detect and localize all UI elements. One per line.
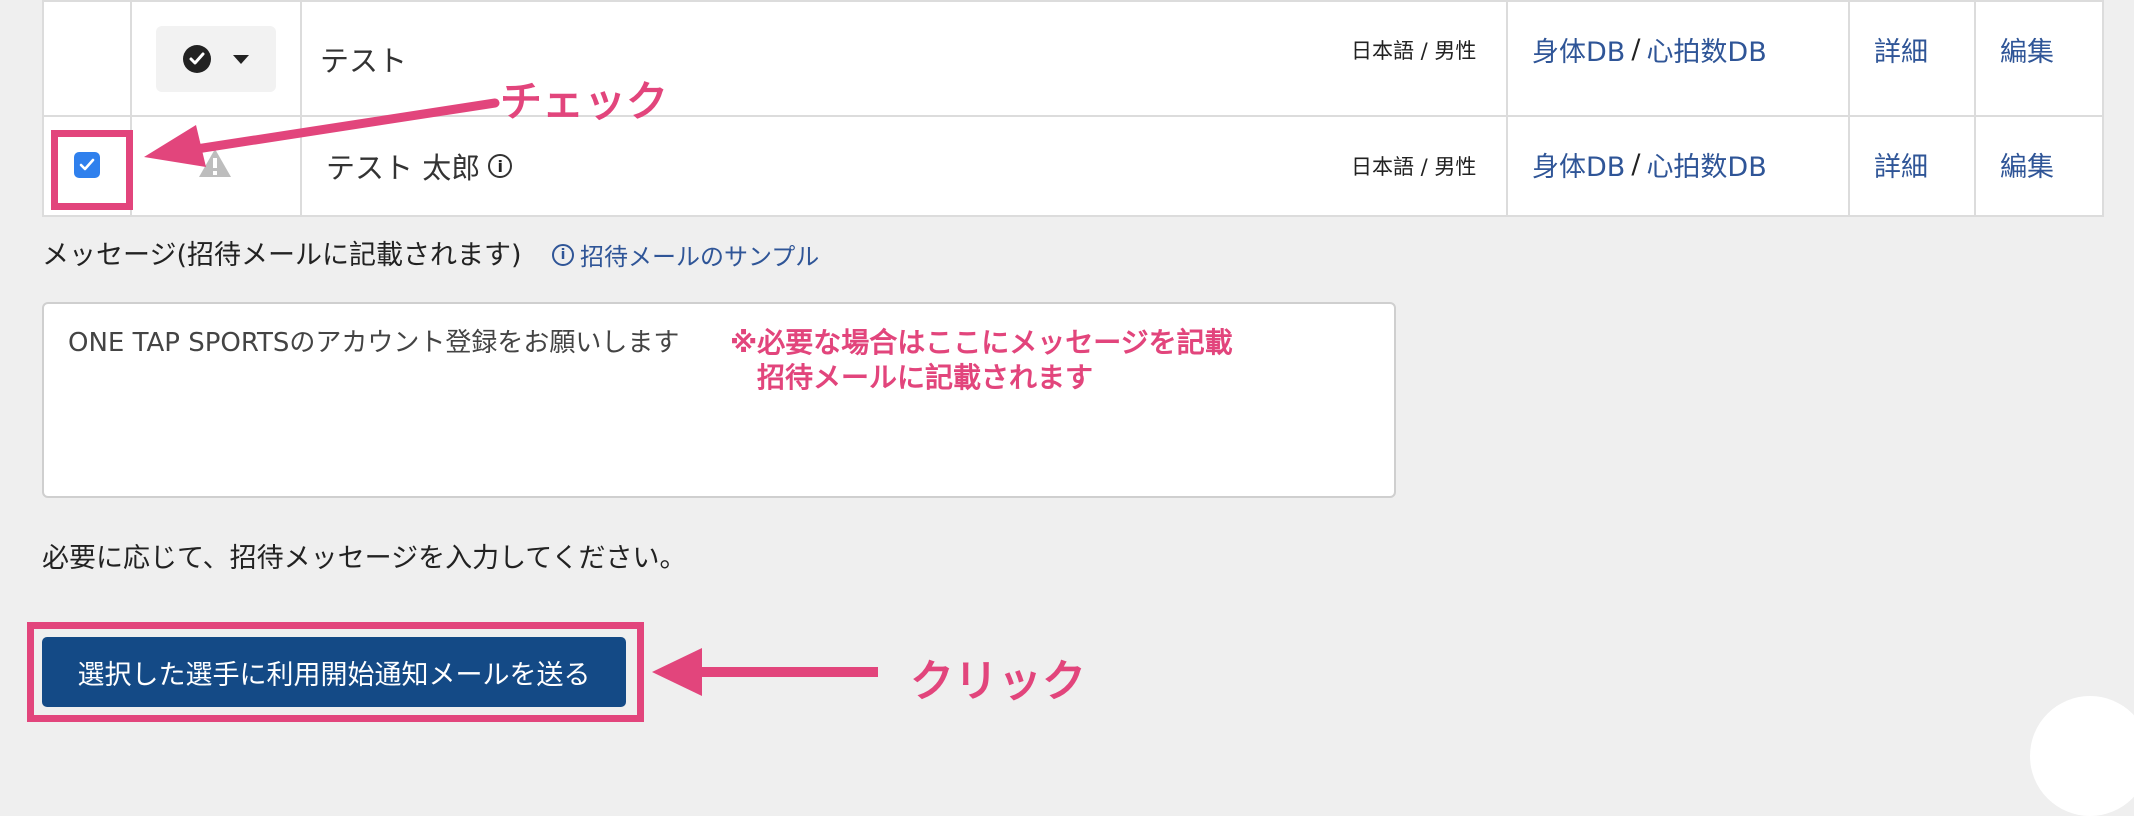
chevron-down-icon [233,54,249,64]
check-annotation: チェック [500,77,669,126]
message-label: メッセージ(招待メールに記載されます) [42,240,522,271]
player-name: テスト [320,44,408,78]
link-separator: / [1631,149,1641,180]
player-lang-gender: 日本語 / 男性 [1351,39,1477,63]
table-border-top [42,0,2104,2]
message-textarea-value: ONE TAP SPORTSのアカウント登録をお願いします [68,328,680,358]
message-note-line1: ※必要な場合はここにメッセージを記載 [730,326,1233,359]
floating-button[interactable] [2030,696,2134,816]
edit-link[interactable]: 編集 [2000,30,2054,69]
heart-rate-db-link[interactable]: 心拍数DB [1646,30,1766,69]
body-db-link[interactable]: 身体DB [1532,145,1625,184]
status-dropdown[interactable] [156,26,276,92]
db-links: 身体DB / 心拍数DB [1532,145,1767,184]
db-links: 身体DB / 心拍数DB [1532,30,1767,69]
sample-link[interactable]: i 招待メールのサンプル [552,237,819,272]
table-col-divider [1848,0,1850,217]
detail-link[interactable]: 詳細 [1874,145,1928,184]
table-col-divider [2102,0,2104,217]
click-arrow-icon [650,646,880,702]
table-col-divider [1974,0,1976,217]
table-border-bottom [42,215,2104,217]
check-circle-icon [183,45,211,73]
body-db-link[interactable]: 身体DB [1532,30,1625,69]
table-col-divider [42,0,44,217]
info-icon: i [552,243,574,266]
edit-link[interactable]: 編集 [2000,145,2054,184]
message-helper-text: 必要に応じて、招待メッセージを入力してください。 [42,543,687,574]
heart-rate-db-link[interactable]: 心拍数DB [1646,145,1766,184]
sample-link-label: 招待メールのサンプル [580,243,820,271]
link-separator: / [1631,34,1641,65]
check-arrow-icon [140,95,500,179]
player-lang-gender: 日本語 / 男性 [1351,155,1477,179]
message-note-line2: 招待メールに記載されます [757,361,1094,394]
detail-link[interactable]: 詳細 [1874,30,1928,69]
click-annotation: クリック [910,656,1086,707]
player-select-checkbox[interactable] [74,152,100,178]
table-col-divider [1506,0,1508,217]
send-invite-button[interactable]: 選択した選手に利用開始通知メールを送る [42,637,626,707]
